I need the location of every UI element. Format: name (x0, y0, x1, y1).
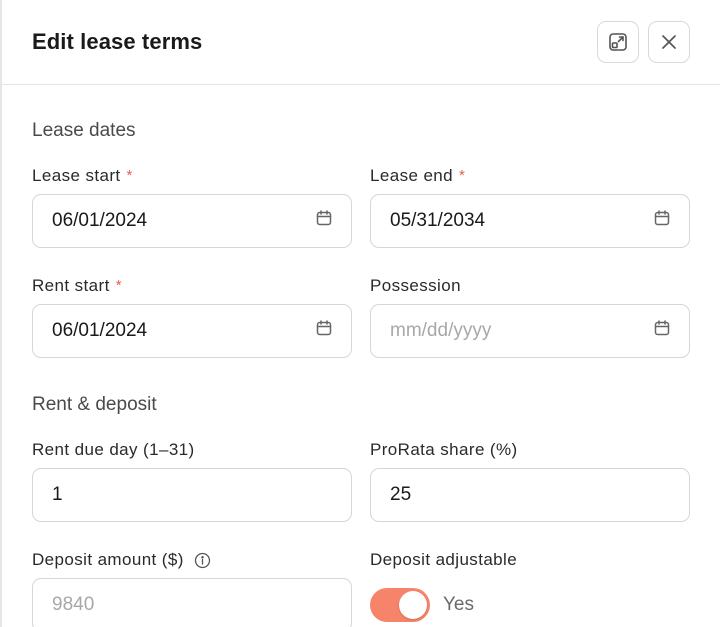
rent-start-label-text: Rent start (32, 276, 110, 295)
rent-start-input[interactable]: 06/01/2024 (32, 304, 352, 358)
form-row-rent-terms: Rent due day (1–31) 1 ProRata share (%) … (32, 440, 690, 522)
possession-placeholder: mm/dd/yyyy (390, 320, 492, 341)
rent-due-day-label: Rent due day (1–31) (32, 440, 352, 460)
lease-end-label-text: Lease end (370, 166, 454, 185)
deposit-adjustable-label-text: Deposit adjustable (370, 550, 518, 569)
deposit-amount-input[interactable]: 9840 (32, 578, 352, 627)
rent-due-day-input[interactable]: 1 (32, 468, 352, 522)
info-icon[interactable] (194, 552, 211, 569)
field-lease-start: Lease start * 06/01/2024 (32, 166, 352, 248)
field-rent-due-day: Rent due day (1–31) 1 (32, 440, 352, 522)
lease-start-value: 06/01/2024 (52, 210, 148, 231)
lease-start-input[interactable]: 06/01/2024 (32, 194, 352, 248)
close-icon (660, 33, 678, 51)
rent-due-day-label-text: Rent due day (1–31) (32, 440, 195, 459)
calendar-icon[interactable] (315, 319, 333, 343)
possession-input[interactable]: mm/dd/yyyy (370, 304, 690, 358)
prorata-share-label: ProRata share (%) (370, 440, 690, 460)
calendar-icon[interactable] (653, 319, 671, 343)
deposit-adjustable-toggle-row: Yes (370, 578, 690, 627)
header-actions (597, 21, 690, 63)
rent-start-label: Rent start * (32, 276, 352, 296)
lease-start-label: Lease start * (32, 166, 352, 186)
field-rent-start: Rent start * 06/01/2024 (32, 276, 352, 358)
field-prorata-share: ProRata share (%) 25 (370, 440, 690, 522)
required-marker: * (459, 167, 466, 184)
lease-start-label-text: Lease start (32, 166, 121, 185)
field-deposit-adjustable: Deposit adjustable Yes (370, 550, 690, 627)
field-deposit-amount: Deposit amount ($) 9840 (32, 550, 352, 627)
expand-button[interactable] (597, 21, 639, 63)
calendar-icon[interactable] (653, 209, 671, 233)
prorata-share-value: 25 (390, 484, 412, 505)
section-title-rent-deposit: Rent & deposit (32, 394, 157, 415)
deposit-amount-label: Deposit amount ($) (32, 550, 352, 570)
rent-start-value: 06/01/2024 (52, 320, 148, 341)
calendar-icon[interactable] (315, 209, 333, 233)
expand-icon (608, 32, 628, 52)
panel-header: Edit lease terms (2, 0, 720, 85)
field-possession: Possession mm/dd/yyyy (370, 276, 690, 358)
form-body: Lease dates Lease start * 06/01/2024 Lea… (2, 120, 720, 627)
deposit-adjustable-toggle-text: Yes (443, 594, 474, 615)
required-marker: * (115, 277, 122, 294)
form-row-lease-range: Lease start * 06/01/2024 Lease end * 05/… (32, 166, 690, 248)
toggle-knob (399, 591, 427, 619)
form-row-deposit: Deposit amount ($) 9840 Deposit adjustab… (32, 550, 690, 627)
deposit-adjustable-label: Deposit adjustable (370, 550, 690, 570)
deposit-amount-value: 9840 (52, 594, 95, 615)
prorata-share-input[interactable]: 25 (370, 468, 690, 522)
prorata-share-label-text: ProRata share (%) (370, 440, 518, 459)
panel-title: Edit lease terms (32, 29, 203, 54)
lease-end-label: Lease end * (370, 166, 690, 186)
deposit-adjustable-toggle[interactable] (370, 588, 430, 622)
section-title-lease-dates: Lease dates (32, 120, 136, 141)
deposit-amount-label-text: Deposit amount ($) (32, 550, 184, 569)
form-row-rent-possession: Rent start * 06/01/2024 Possession mm/dd… (32, 276, 690, 358)
rent-due-day-value: 1 (52, 484, 63, 505)
possession-label-text: Possession (370, 276, 461, 295)
lease-end-value: 05/31/2034 (390, 210, 486, 231)
field-lease-end: Lease end * 05/31/2034 (370, 166, 690, 248)
edit-lease-panel: Edit lease terms Lease dates Lease start… (0, 0, 720, 627)
required-marker: * (126, 167, 133, 184)
possession-label: Possession (370, 276, 690, 296)
lease-end-input[interactable]: 05/31/2034 (370, 194, 690, 248)
close-button[interactable] (648, 21, 690, 63)
